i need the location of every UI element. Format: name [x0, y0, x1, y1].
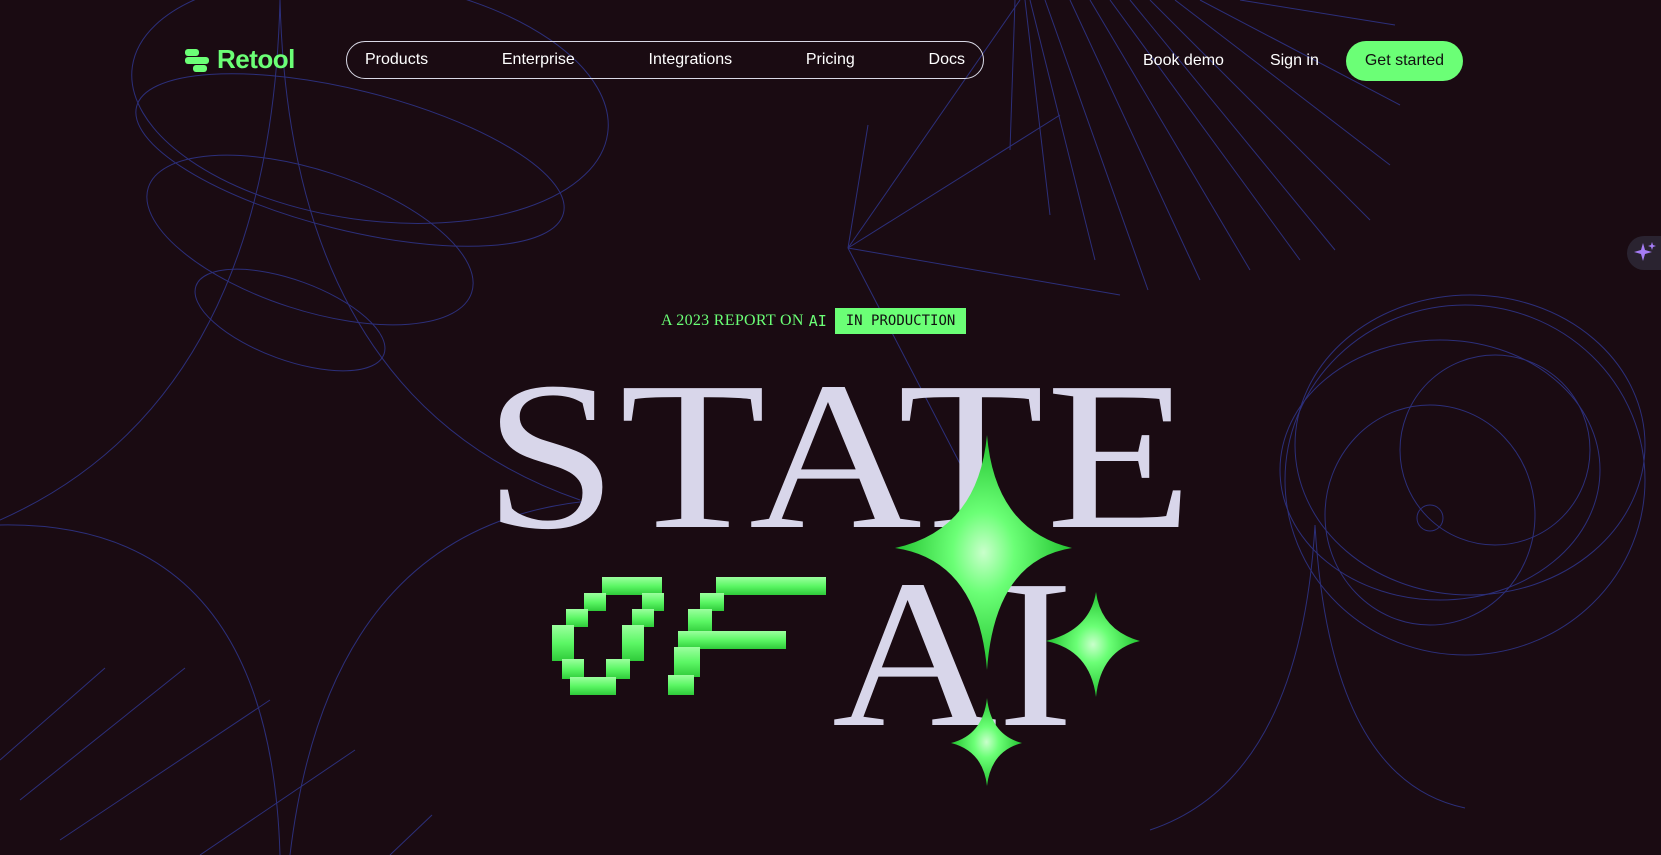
- book-demo-link[interactable]: Book demo: [1143, 42, 1224, 80]
- retool-logo[interactable]: Retool: [185, 44, 295, 75]
- nav-item-pricing[interactable]: Pricing: [806, 51, 855, 69]
- sign-in-link[interactable]: Sign in: [1270, 42, 1319, 80]
- sparkle-icon: [1634, 242, 1656, 261]
- nav-actions: Book demo Sign in Get started: [1143, 41, 1464, 81]
- nav-item-products[interactable]: Products: [365, 51, 428, 69]
- ai-assistant-button[interactable]: [1627, 236, 1661, 270]
- report-kicker: A 2023 REPORT ON AI IN PRODUCTION: [661, 308, 967, 334]
- kicker-ai: AI: [808, 312, 827, 330]
- hero-title-of-pixel: [552, 577, 826, 695]
- in-production-badge: IN PRODUCTION: [834, 308, 967, 334]
- hero-title-ai: AI: [832, 536, 1074, 771]
- get-started-button[interactable]: Get started: [1345, 41, 1464, 81]
- nav-item-integrations[interactable]: Integrations: [649, 51, 733, 69]
- retool-wordmark: Retool: [217, 44, 295, 74]
- hero-title-state: STATE: [484, 338, 1195, 573]
- retool-logo-icon: [185, 47, 209, 73]
- kicker-text: A 2023 REPORT ON: [661, 312, 804, 329]
- nav-item-docs[interactable]: Docs: [929, 51, 965, 69]
- main-nav: Products Enterprise Integrations Pricing…: [346, 41, 984, 79]
- nav-item-enterprise[interactable]: Enterprise: [502, 51, 575, 69]
